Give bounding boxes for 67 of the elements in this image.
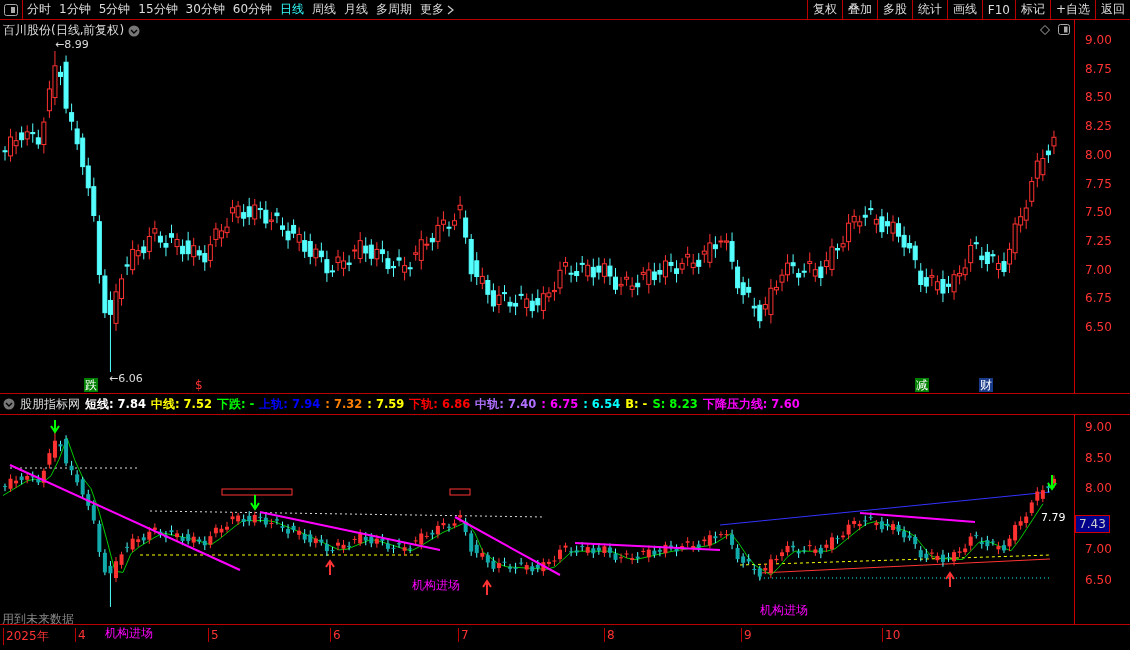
legend-value: : 7.59 (367, 397, 405, 412)
period-tab[interactable]: 1分钟 (55, 1, 95, 18)
entry-signal-label: 机构进场 (760, 602, 808, 620)
price-tick-label: 8.25 (1085, 119, 1112, 134)
entry-signal-label: 机构进场 (105, 625, 153, 643)
high-price-label: ←8.99 (54, 38, 90, 51)
period-tab[interactable]: 30分钟 (181, 1, 229, 18)
price-tick-label: 9.00 (1085, 420, 1112, 435)
date-axis-label: 5 (208, 628, 219, 643)
future-data-note: 用到未来数据 (2, 611, 74, 629)
period-tab[interactable]: 周线 (308, 1, 341, 18)
legend-value: S: 8.23 (652, 397, 698, 412)
price-tick-label: 8.50 (1085, 90, 1112, 105)
date-axis-label: 8 (604, 628, 615, 643)
period-tab[interactable]: 日线 (276, 1, 309, 18)
price-tick-label: 7.43 (1075, 515, 1110, 534)
dropdown-icon[interactable] (3, 398, 15, 411)
dropdown-icon[interactable] (128, 24, 141, 37)
price-tick-label: 6.75 (1085, 291, 1112, 306)
period-tab[interactable]: 多周期 (372, 1, 417, 18)
chevron-right-icon (447, 4, 455, 15)
legend-value: 下跌: - (216, 396, 255, 412)
more-menu[interactable]: 更多 (416, 1, 459, 18)
panel-toggle-icon[interactable] (4, 3, 18, 16)
price-tick-label: 7.75 (1085, 176, 1112, 191)
legend-value: 下降压力线: 7.60 (702, 396, 800, 412)
legend-value: : 6.75 (541, 397, 579, 412)
signal-marker: 跌 (84, 378, 98, 392)
legend-value: : 6.54 (583, 397, 621, 412)
price-tick-label: 8.00 (1085, 481, 1112, 496)
period-tab[interactable]: 分时 (23, 1, 55, 18)
date-axis-label: 9 (741, 628, 752, 643)
price-tick-label: 7.00 (1085, 542, 1112, 557)
signal-marker: 减 (915, 378, 929, 392)
date-axis-label: 2025年 (3, 628, 49, 646)
price-tick-label: 8.00 (1085, 147, 1112, 162)
low-price-label: ←6.06 (108, 372, 144, 385)
period-tab[interactable]: 60分钟 (228, 1, 277, 18)
period-tab[interactable]: 5分钟 (94, 1, 135, 18)
date-axis-label: 4 (75, 628, 86, 643)
price-tick-label: 9.00 (1085, 33, 1112, 47)
diamond-icon[interactable] (1040, 24, 1051, 35)
legend-value: 中线: 7.52 (151, 396, 212, 412)
price-tick-label: 7.25 (1085, 233, 1112, 248)
legend-value: 短线: 7.84 (85, 396, 146, 412)
signal-marker: $ (194, 378, 204, 392)
price-tick-label: 8.50 (1085, 451, 1112, 466)
price-tick-label: 8.75 (1085, 61, 1112, 76)
price-tick-label: 6.50 (1085, 320, 1112, 334)
entry-signal-label: 机构进场 (412, 577, 460, 595)
period-tab[interactable]: 15分钟 (134, 1, 182, 18)
chart-title: 百川股份(日线,前复权) (3, 22, 125, 39)
date-axis-label: 6 (330, 628, 341, 643)
panel-toggle-icon[interactable] (1058, 24, 1071, 35)
date-axis-label: 7 (458, 628, 469, 643)
price-tick-label: 6.50 (1085, 573, 1112, 588)
legend-value: 下轨: 6.86 (409, 396, 471, 412)
price-tick-label: 7.50 (1085, 205, 1112, 220)
signal-marker: 财 (979, 378, 993, 392)
legend-value: B: - (625, 397, 648, 412)
legend-value: 上轨: 7.94 (259, 396, 321, 412)
period-tab[interactable]: 月线 (340, 1, 373, 18)
date-axis-label: 10 (882, 628, 901, 643)
price-tick-label: 7.00 (1085, 262, 1112, 277)
indicator-name: 股朋指标网 (20, 396, 80, 412)
legend-value: 中轨: 7.40 (475, 396, 537, 412)
legend-value: : 7.32 (325, 397, 363, 412)
